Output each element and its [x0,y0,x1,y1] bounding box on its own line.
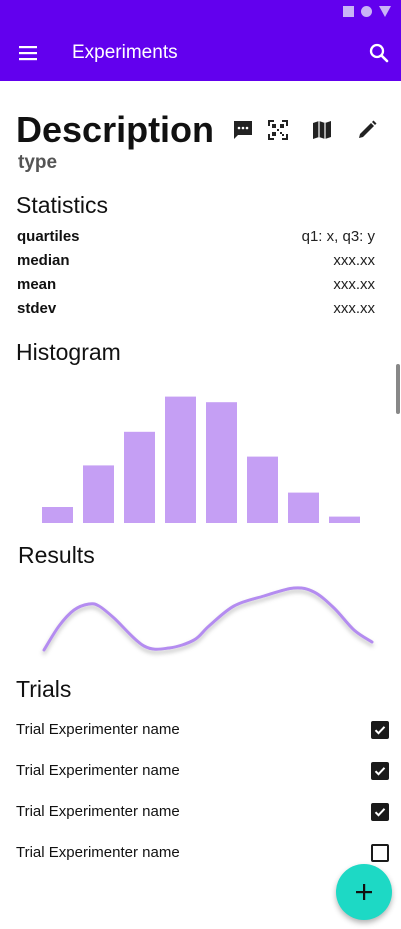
edit-icon[interactable] [355,118,379,142]
histogram-bar [247,456,278,523]
add-icon [356,884,372,900]
stat-label-quartiles: quartiles [17,228,80,245]
circle-icon [361,6,372,17]
histogram-bar [206,402,237,523]
add-button[interactable] [336,864,392,920]
menu-icon[interactable] [16,41,40,65]
app-title: Experiments [72,42,178,63]
stat-label-stdev: stdev [17,300,57,317]
stop-icon [343,6,354,17]
histogram-bar [42,507,73,523]
experiment-type: type [18,152,58,173]
trial-checkbox[interactable] [371,844,389,862]
map-icon[interactable] [310,118,334,142]
histogram-title: Histogram [16,339,121,365]
histogram-bar [329,516,360,523]
histogram-bar [124,431,155,523]
trial-name: Trial Experimenter name [16,844,180,861]
signal-icon [379,6,391,17]
trial-name: Trial Experimenter name [16,762,180,779]
trial-checkbox[interactable] [371,803,389,821]
histogram-bar [83,465,114,523]
stat-value-median: xxx.xx [333,252,375,269]
stat-value-quartiles: q1: x, q3: y [301,228,375,245]
results-line [42,586,374,652]
app-bar: Experiments [0,24,401,81]
status-bar [0,0,401,24]
trial-checkbox[interactable] [371,721,389,739]
scrollbar[interactable] [396,364,400,414]
stat-value-mean: xxx.xx [333,276,375,293]
page-title: Description [16,109,215,150]
comment-icon[interactable] [231,118,255,142]
results-title: Results [18,542,95,568]
stat-label-median: median [17,252,70,269]
stat-label-mean: mean [17,276,57,293]
search-icon[interactable] [367,41,391,65]
histogram-bar [165,396,196,523]
histogram-chart [42,396,360,523]
stat-value-stdev: xxx.xx [333,300,375,317]
trial-name: Trial Experimenter name [16,721,180,738]
trials-title: Trials [16,676,72,702]
trial-name: Trial Experimenter name [16,803,180,820]
statistics-title: Statistics [16,192,109,218]
qr-code-icon[interactable] [266,118,290,142]
histogram-bar [288,492,319,523]
results-chart [42,586,374,652]
trial-checkbox[interactable] [371,762,389,780]
